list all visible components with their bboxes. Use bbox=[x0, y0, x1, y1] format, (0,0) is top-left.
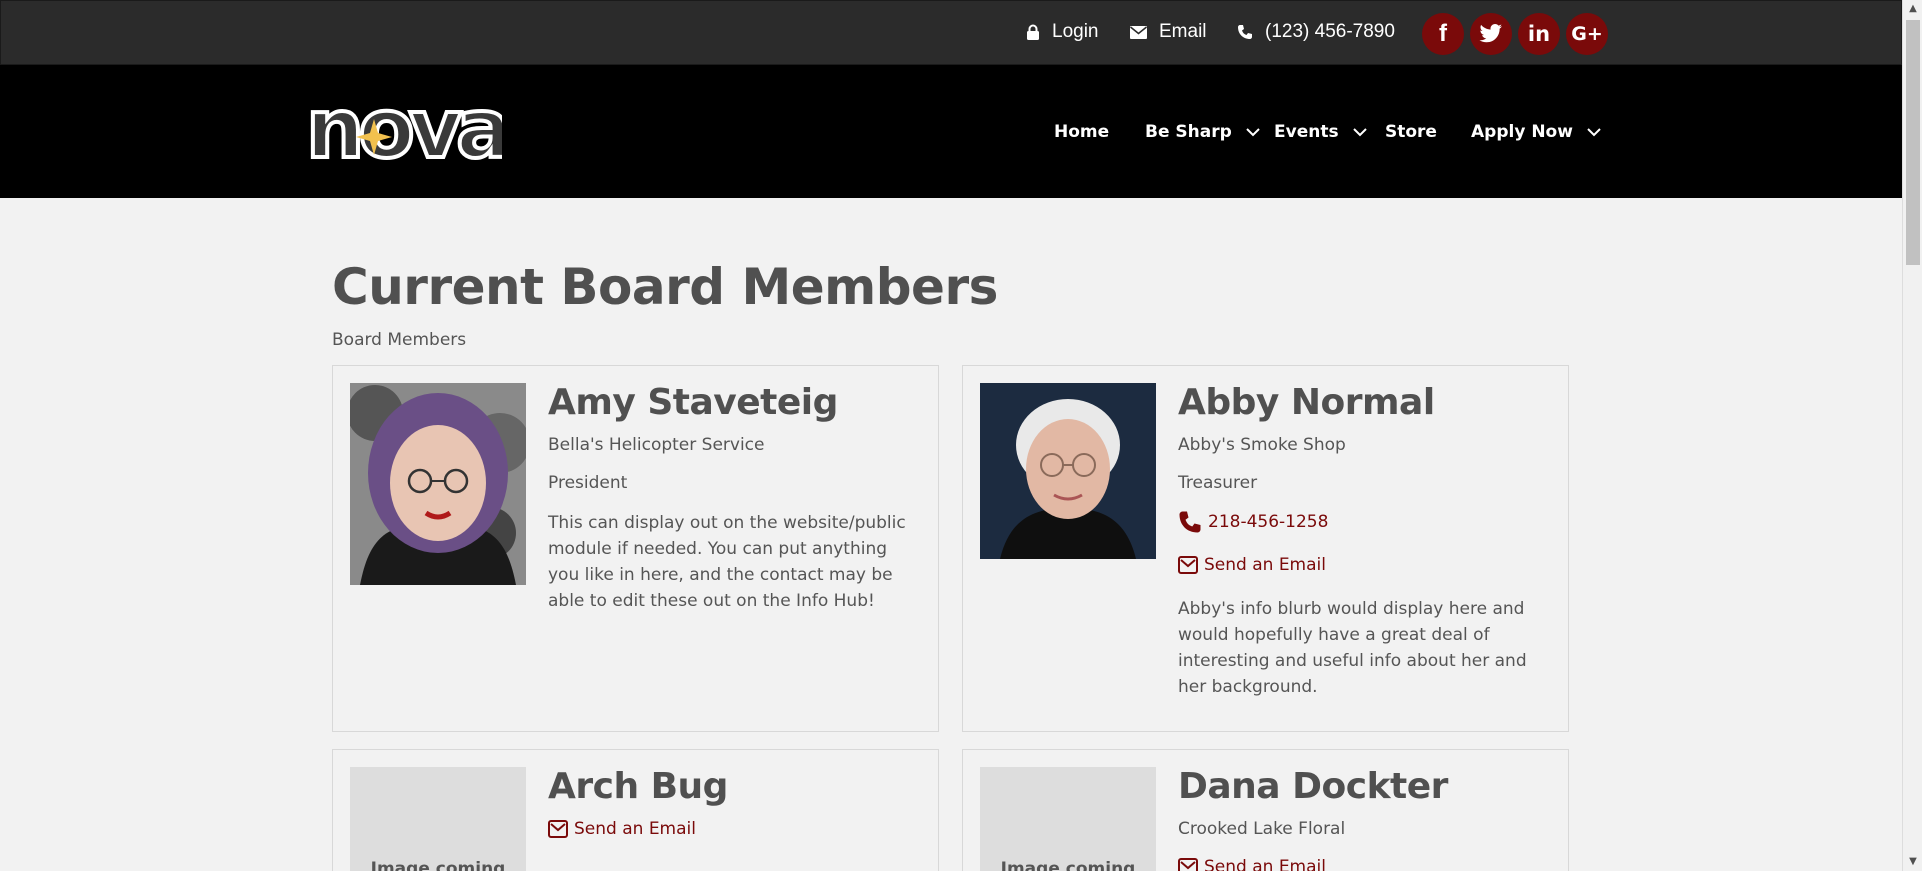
page: Login Email (123) 456-7890 f in G+ nova … bbox=[0, 0, 1922, 871]
send-email-label: Send an Email bbox=[1204, 857, 1326, 871]
member-photo-placeholder: Image coming bbox=[980, 767, 1156, 871]
nav-be-sharp[interactable]: Be Sharp bbox=[1145, 122, 1260, 142]
linkedin-icon: in bbox=[1527, 22, 1551, 46]
nav-home-label: Home bbox=[1054, 122, 1110, 142]
phone-link[interactable]: (123) 456-7890 bbox=[1237, 21, 1395, 43]
send-email-link[interactable]: Send an Email bbox=[1178, 554, 1548, 576]
phone-icon bbox=[1179, 511, 1201, 533]
chevron-down-icon bbox=[1246, 127, 1260, 136]
member-photo bbox=[350, 383, 526, 585]
scrollbar-thumb[interactable] bbox=[1906, 20, 1920, 265]
member-phone: 218-456-1258 bbox=[1208, 512, 1329, 532]
member-company: Crooked Lake Floral bbox=[1178, 819, 1346, 839]
twitter-icon bbox=[1479, 24, 1502, 43]
google-plus-icon: G+ bbox=[1571, 23, 1603, 45]
nav-events-label: Events bbox=[1274, 122, 1339, 142]
member-company: Abby's Smoke Shop bbox=[1178, 435, 1346, 455]
login-label: Login bbox=[1052, 21, 1099, 42]
page-title: Current Board Members bbox=[332, 258, 998, 316]
nav-events[interactable]: Events bbox=[1274, 122, 1367, 142]
envelope-icon bbox=[1178, 858, 1198, 871]
member-role: Treasurer bbox=[1178, 473, 1258, 493]
member-name: Dana Dockter bbox=[1178, 766, 1448, 807]
twitter-link[interactable] bbox=[1470, 13, 1512, 55]
chevron-down-icon bbox=[1587, 127, 1601, 136]
email-link[interactable]: Email bbox=[1130, 21, 1207, 43]
portrait-image bbox=[350, 383, 526, 585]
member-name: Amy Staveteig bbox=[548, 382, 838, 423]
send-email-label: Send an Email bbox=[1204, 555, 1326, 575]
member-company: Bella's Helicopter Service bbox=[548, 435, 765, 455]
member-card-arch-bug: Image coming Arch Bug Send an Email bbox=[332, 749, 939, 871]
phone-icon bbox=[1238, 25, 1252, 39]
member-name: Arch Bug bbox=[548, 766, 728, 807]
logo-wordmark: nova bbox=[306, 91, 502, 175]
nav-be-sharp-label: Be Sharp bbox=[1145, 122, 1232, 142]
send-email-link[interactable]: Send an Email bbox=[1178, 856, 1548, 871]
portrait-image bbox=[980, 383, 1156, 559]
image-coming-text: Image coming bbox=[1000, 859, 1136, 871]
member-info: Abby Normal Abby's Smoke Shop Treasurer … bbox=[1178, 380, 1548, 700]
login-link[interactable]: Login bbox=[1026, 21, 1099, 43]
nova-logo[interactable]: nova bbox=[302, 80, 514, 179]
google-plus-link[interactable]: G+ bbox=[1566, 13, 1608, 55]
main-navigation: nova Home Be Sharp Events Store Apply No… bbox=[0, 65, 1902, 198]
member-info: Dana Dockter Crooked Lake Floral Send an… bbox=[1178, 764, 1548, 871]
nav-apply-now[interactable]: Apply Now bbox=[1471, 122, 1601, 142]
member-info: Amy Staveteig Bella's Helicopter Service… bbox=[548, 380, 918, 614]
member-info: Arch Bug Send an Email bbox=[548, 764, 918, 860]
envelope-icon bbox=[548, 820, 568, 838]
linkedin-link[interactable]: in bbox=[1518, 13, 1560, 55]
phone-label: (123) 456-7890 bbox=[1265, 21, 1395, 42]
member-bio: This can display out on the website/publ… bbox=[548, 513, 906, 611]
send-email-link[interactable]: Send an Email bbox=[548, 818, 918, 840]
member-photo-placeholder: Image coming bbox=[350, 767, 526, 871]
nav-apply-now-label: Apply Now bbox=[1471, 122, 1573, 142]
utility-bar: Login Email (123) 456-7890 f in G+ bbox=[0, 0, 1902, 65]
send-email-label: Send an Email bbox=[574, 819, 696, 839]
nav-store[interactable]: Store bbox=[1385, 122, 1437, 142]
envelope-icon bbox=[1130, 25, 1147, 39]
scroll-up-icon[interactable]: ▲ bbox=[1903, 0, 1922, 18]
image-coming-text: Image coming bbox=[370, 859, 506, 871]
member-card-abby-normal: Abby Normal Abby's Smoke Shop Treasurer … bbox=[962, 365, 1569, 732]
chevron-down-icon bbox=[1352, 127, 1367, 136]
nav-store-label: Store bbox=[1385, 122, 1437, 142]
member-card-dana-dockter: Image coming Dana Dockter Crooked Lake F… bbox=[962, 749, 1569, 871]
member-phone-link[interactable]: 218-456-1258 bbox=[1178, 510, 1548, 534]
member-photo bbox=[980, 383, 1156, 559]
scroll-down-icon[interactable]: ▼ bbox=[1903, 853, 1922, 871]
member-bio: Abby's info blurb would display here and… bbox=[1178, 599, 1527, 697]
nova-logo-icon: nova bbox=[304, 80, 514, 179]
envelope-icon bbox=[1178, 556, 1198, 574]
lock-icon bbox=[1027, 24, 1039, 40]
nav-home[interactable]: Home bbox=[1054, 122, 1109, 142]
member-card-amy-staveteig: Amy Staveteig Bella's Helicopter Service… bbox=[332, 365, 939, 732]
page-scrollbar[interactable]: ▲ ▼ bbox=[1902, 0, 1922, 871]
member-name: Abby Normal bbox=[1178, 382, 1435, 423]
member-role: President bbox=[548, 473, 628, 493]
page-subtitle: Board Members bbox=[332, 330, 467, 350]
facebook-icon: f bbox=[1439, 20, 1447, 47]
email-label: Email bbox=[1159, 21, 1207, 42]
facebook-link[interactable]: f bbox=[1422, 13, 1464, 55]
